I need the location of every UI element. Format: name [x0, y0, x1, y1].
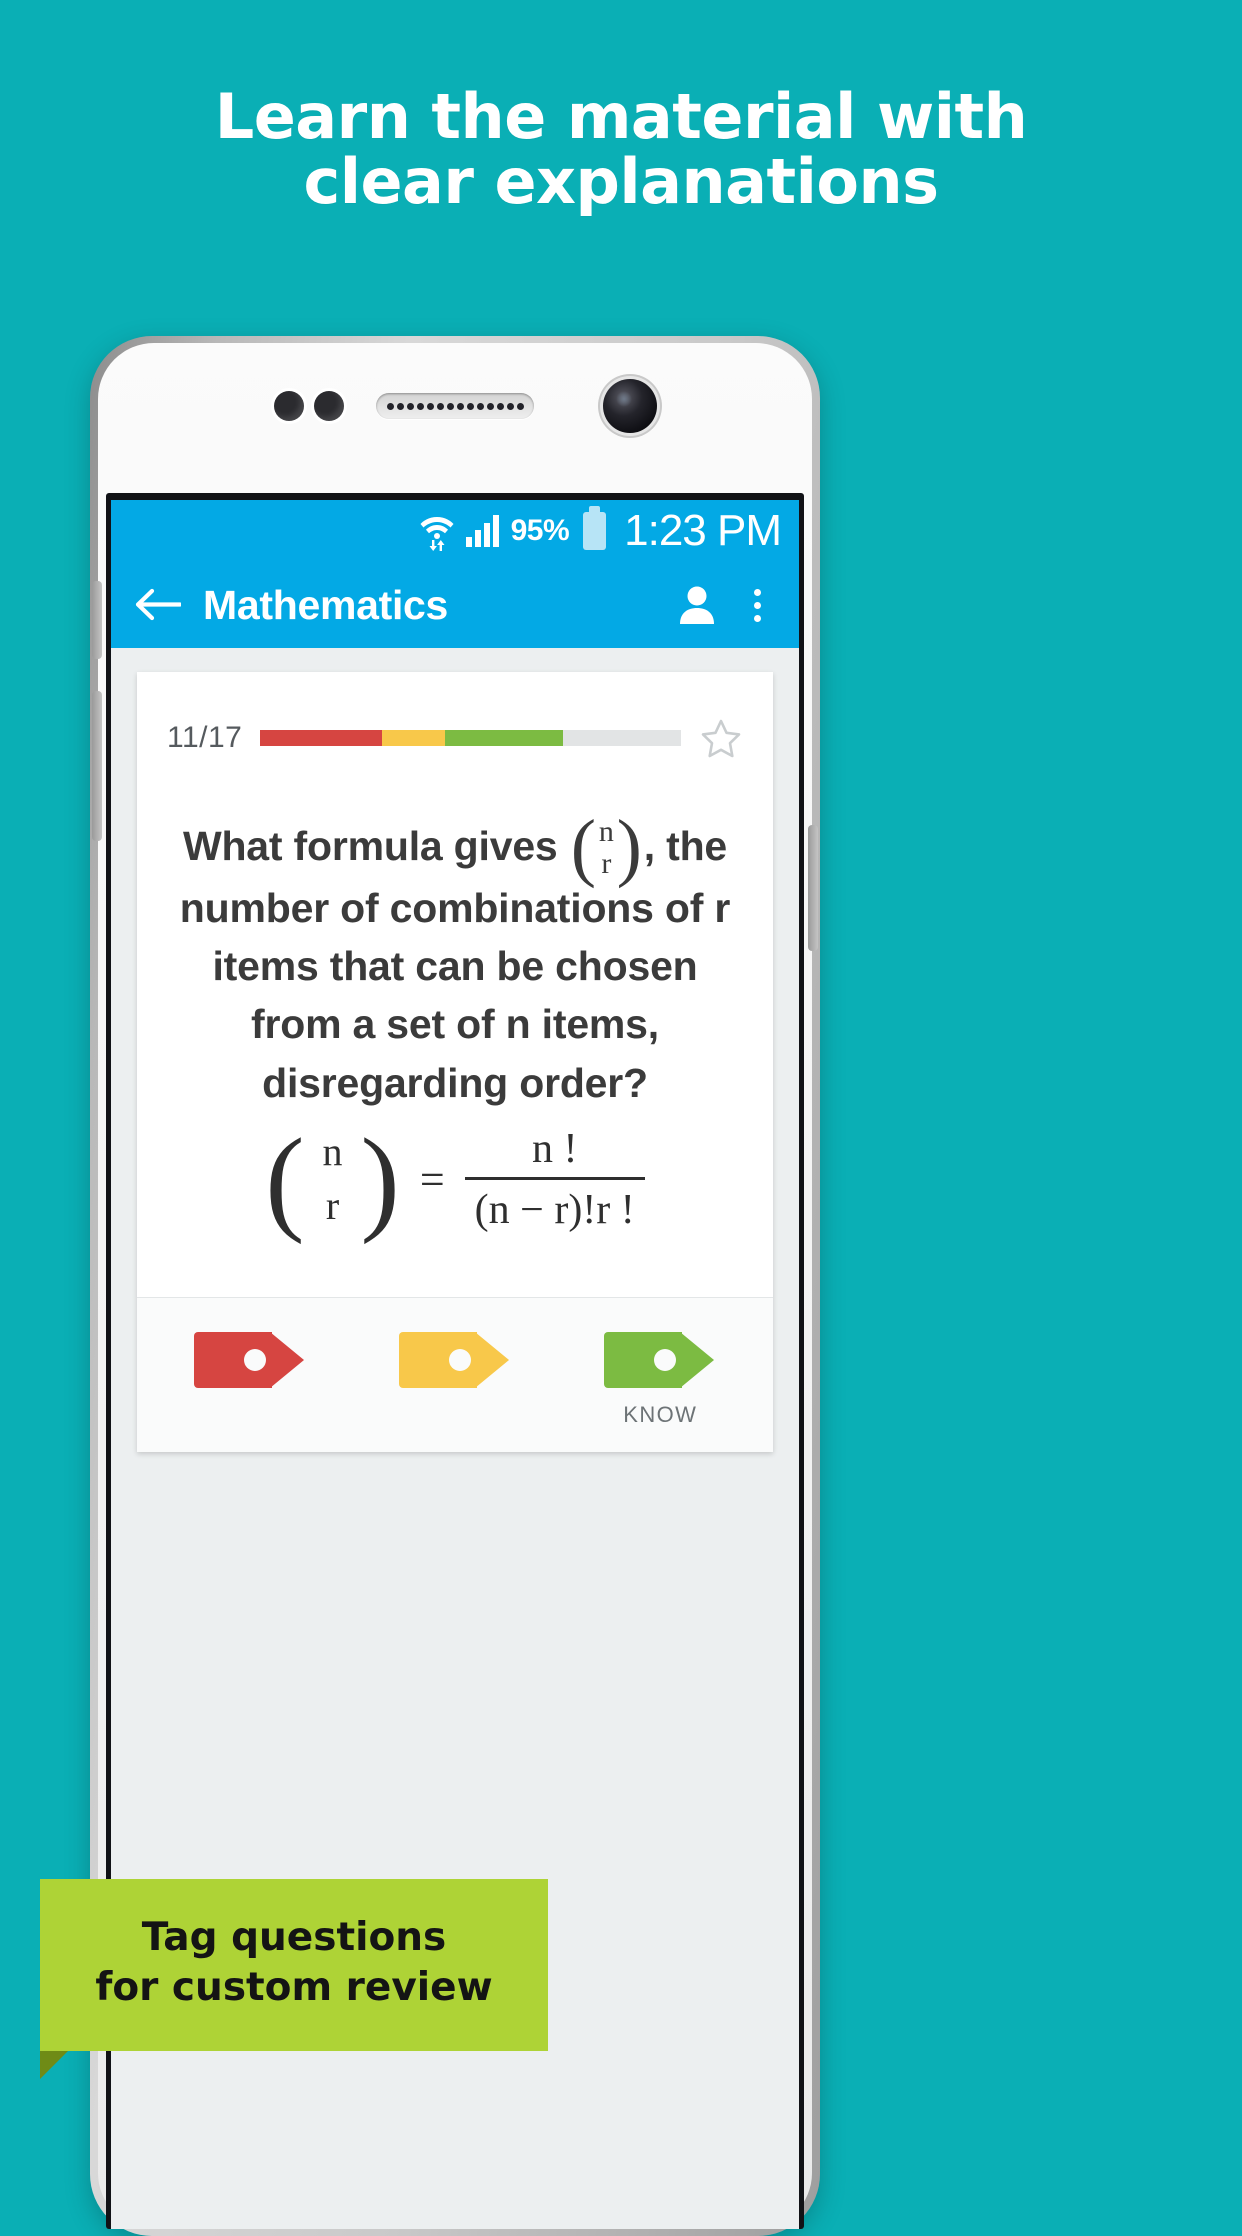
formula-fraction: n ! (n − r)!r !: [464, 1125, 645, 1234]
front-camera-icon: [603, 379, 657, 433]
formula-answer: ( n r ) = n ! (n − r)!r !: [137, 1113, 773, 1297]
progress-segment-remaining: [563, 730, 681, 746]
question-text-part1: What formula gives: [182, 823, 569, 870]
formula-binom-top: n: [322, 1129, 343, 1175]
status-bar: 95% 1:23 PM: [111, 500, 799, 562]
question-binomial: (n r): [570, 805, 642, 890]
question-text: What formula gives (n r), the number of c…: [137, 760, 773, 1122]
question-counter: 11/17: [167, 721, 243, 754]
cellular-signal-icon: [465, 515, 499, 547]
tag-bar: KNOW: [137, 1297, 773, 1452]
volume-up-button[interactable]: [92, 581, 102, 659]
formula-denominator: (n − r)!r !: [474, 1186, 635, 1233]
tag-button-know[interactable]: KNOW: [560, 1332, 760, 1428]
tag-red-icon: [193, 1332, 306, 1388]
formula-paren-open: (: [265, 1113, 305, 1245]
clock-label: 1:23 PM: [624, 506, 782, 555]
question-binom-bottom: r: [601, 846, 612, 880]
progress-row: 11/17: [137, 672, 773, 760]
tag-button-unsure[interactable]: [355, 1332, 555, 1402]
progress-segment-dont-know: [260, 730, 383, 746]
tag-yellow-icon: [398, 1332, 511, 1388]
promo-callout: Tag questions for custom review: [40, 1879, 548, 2079]
question-card: 11/17 What formula gives (n r) , the n…: [137, 672, 773, 1452]
formula-paren-close: ): [360, 1113, 400, 1245]
page-title: Mathematics: [203, 581, 449, 628]
tag-label-know: KNOW: [623, 1402, 698, 1427]
volume-down-button[interactable]: [92, 691, 102, 841]
promo-headline: Learn the material with clear explanatio…: [214, 80, 1028, 219]
star-outline-icon[interactable]: [699, 716, 743, 760]
proximity-sensor-icon: [274, 391, 304, 421]
formula-equals: =: [419, 1154, 445, 1204]
back-arrow-icon[interactable]: [135, 587, 181, 623]
formula-numerator: n !: [531, 1125, 578, 1172]
formula-binom-bottom: r: [325, 1183, 340, 1229]
earpiece-speaker: [376, 393, 534, 419]
more-vertical-icon[interactable]: [740, 583, 775, 628]
wifi-transfer-icon: [420, 511, 454, 551]
progress-bar[interactable]: [260, 730, 681, 746]
power-button[interactable]: [808, 825, 818, 951]
battery-icon: [583, 506, 607, 550]
progress-segment-know: [445, 730, 564, 746]
person-icon[interactable]: [676, 584, 718, 626]
tag-green-icon: [604, 1332, 716, 1388]
progress-segment-unsure: [382, 730, 446, 746]
light-sensor-icon: [314, 391, 344, 421]
battery-percent-label: 95%: [510, 514, 570, 547]
app-bar: Mathematics: [111, 562, 799, 648]
question-binom-top: n: [598, 815, 614, 848]
tag-button-dont-know[interactable]: [150, 1332, 350, 1402]
